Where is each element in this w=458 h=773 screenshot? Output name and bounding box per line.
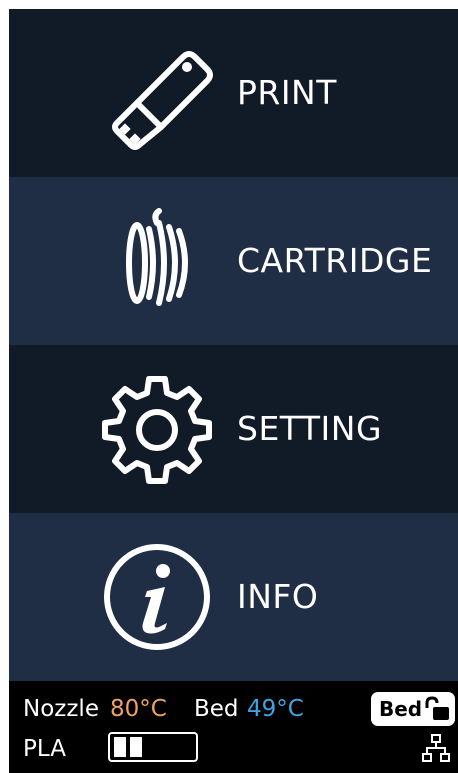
menu-item-print[interactable]: PRINT <box>9 9 458 177</box>
menu-label-cartridge: CARTRIDGE <box>237 241 433 280</box>
usb-drive-icon <box>112 51 213 150</box>
filament-level-segment <box>114 737 126 757</box>
status-bar: Nozzle 80°C Bed 49°C Bed PLA <box>9 681 458 773</box>
bed-button-label: Bed <box>379 697 423 721</box>
bed-temp: 49°C <box>247 696 304 722</box>
gear-icon <box>102 376 212 484</box>
filament-level-indicator <box>108 732 198 762</box>
filament-level-segment <box>130 737 142 757</box>
menu-item-setting[interactable]: SETTING <box>9 345 458 513</box>
menu-label-info: INFO <box>237 577 319 616</box>
bed-label: Bed <box>194 696 239 722</box>
network-icon <box>422 734 450 762</box>
unlock-icon <box>425 696 449 720</box>
material-label: PLA <box>23 736 66 762</box>
nozzle-label: Nozzle <box>23 696 99 722</box>
nozzle-temp: 80°C <box>110 696 167 722</box>
info-icon <box>104 544 210 650</box>
filament-spool-icon <box>126 208 188 306</box>
printer-screen: PRINT CARTRIDGE SETTING INFO Nozzle 80°C… <box>9 9 458 773</box>
menu-label-setting: SETTING <box>237 409 383 448</box>
bed-lock-button[interactable]: Bed <box>371 692 455 726</box>
menu-item-info[interactable]: INFO <box>9 513 458 681</box>
menu-label-print: PRINT <box>237 73 337 112</box>
menu-item-cartridge[interactable]: CARTRIDGE <box>9 177 458 345</box>
